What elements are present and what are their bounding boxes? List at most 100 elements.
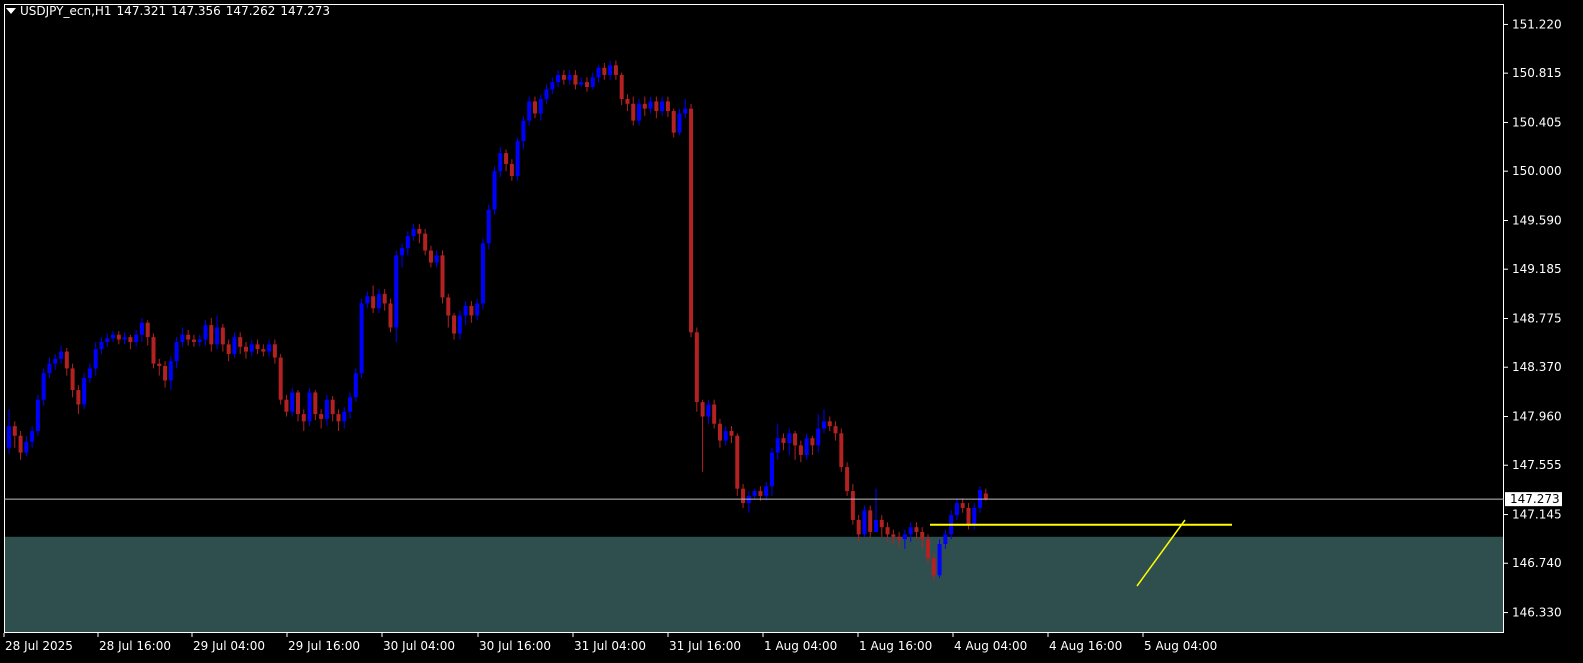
candle-body: [428, 250, 433, 263]
candle-body: [400, 248, 405, 256]
candle-body: [856, 519, 861, 535]
x-tick-label: 5 Aug 04:00: [1144, 639, 1217, 653]
x-tick-label: 31 Jul 04:00: [574, 639, 646, 653]
candle-body: [59, 351, 64, 359]
price-chart[interactable]: 151.220 150.815 150.405 150.000 149.590 149.1…: [0, 0, 1583, 663]
candle-body: [411, 228, 416, 237]
y-tick-label: 147.555: [1512, 458, 1562, 472]
candle-body: [255, 344, 260, 350]
collapse-triangle-icon[interactable]: [6, 7, 16, 14]
candle-body: [515, 141, 520, 176]
x-tick-label: 28 Jul 2025: [5, 639, 73, 653]
current-price-label: 147.273: [1510, 492, 1560, 506]
candle-body: [631, 103, 636, 121]
candle-body: [758, 491, 763, 496]
y-tick-label: 148.370: [1512, 360, 1562, 374]
candle-body: [18, 435, 23, 453]
candle-body: [365, 296, 370, 304]
candle-body: [741, 488, 746, 504]
candle-body: [712, 404, 717, 424]
candle-body: [660, 101, 665, 112]
candle-body: [983, 493, 988, 500]
candle-body: [238, 337, 243, 347]
candle-body: [382, 293, 387, 304]
x-tick-label: 28 Jul 16:00: [99, 639, 171, 653]
candle-body: [197, 339, 202, 342]
y-tick-label: 151.220: [1512, 17, 1562, 31]
candle-body: [891, 534, 896, 537]
candle-body: [87, 368, 92, 379]
candle-body: [700, 402, 705, 417]
candle-body: [128, 337, 133, 342]
candle-body: [972, 507, 977, 525]
y-tick-label: 150.815: [1512, 66, 1562, 80]
candle-body: [122, 337, 127, 340]
candle-body: [613, 65, 618, 75]
candle-body: [926, 539, 931, 559]
candle-body: [480, 243, 485, 304]
candle-body: [920, 531, 925, 540]
candle-body: [816, 428, 821, 446]
x-tick-label: 30 Jul 16:00: [479, 639, 551, 653]
candle-body: [769, 452, 774, 487]
candle-body: [324, 399, 329, 419]
x-tick-label: 31 Jul 16:00: [669, 639, 741, 653]
candle-body: [504, 153, 509, 164]
candle-body: [602, 67, 607, 75]
candle-body: [654, 101, 659, 112]
candle-body: [70, 368, 75, 391]
candle-body: [353, 373, 358, 398]
y-tick-label: 150.405: [1512, 115, 1562, 129]
candle-body: [833, 426, 838, 434]
candle-body: [475, 303, 480, 316]
x-tick-label: 30 Jul 04:00: [383, 639, 455, 653]
candle-body: [111, 334, 116, 339]
candle-body: [868, 510, 873, 532]
candle-body: [457, 315, 462, 334]
candle-body: [191, 339, 196, 342]
candle-body: [596, 67, 601, 78]
candle-body: [53, 358, 58, 364]
x-tick-label: 4 Aug 04:00: [954, 639, 1027, 653]
candle-body: [284, 399, 289, 412]
candle-body: [954, 503, 959, 516]
candle-body: [579, 82, 584, 85]
support-zone: [4, 536, 1504, 633]
candle-body: [839, 433, 844, 468]
candle-body: [35, 399, 40, 431]
candle-body: [897, 536, 902, 540]
candle-body: [550, 82, 555, 90]
candle-body: [723, 430, 728, 441]
candle-body: [735, 435, 740, 489]
low-value: 147.262: [225, 4, 276, 18]
candle-body: [261, 349, 266, 352]
candle-body: [694, 332, 699, 403]
y-tick-label: 149.590: [1512, 213, 1562, 227]
candle-body: [116, 334, 121, 340]
candle-body: [307, 392, 312, 422]
candle-body: [810, 438, 815, 446]
candle-body: [452, 315, 457, 334]
candle-body: [82, 378, 87, 405]
candle-body: [157, 363, 162, 367]
candle-body: [764, 486, 769, 496]
candle-body: [359, 303, 364, 374]
candle-body: [521, 120, 526, 142]
candle-body: [145, 322, 150, 338]
candle-body: [226, 344, 231, 354]
candle-body: [215, 327, 220, 345]
candle-body: [313, 392, 318, 415]
candle-body: [492, 171, 497, 210]
candle-body: [793, 433, 798, 446]
candle-body: [625, 99, 630, 104]
candle-body: [538, 99, 543, 114]
y-tick-label: 150.000: [1512, 164, 1562, 178]
y-tick-label: 147.960: [1512, 410, 1562, 424]
candle-body: [689, 108, 694, 333]
candle-body: [243, 346, 248, 352]
candle-body: [943, 534, 948, 545]
symbol-label: USDJPY_ecn,H1: [20, 4, 112, 18]
candle-body: [348, 397, 353, 412]
candle-body: [388, 303, 393, 328]
candle-body: [498, 153, 503, 172]
